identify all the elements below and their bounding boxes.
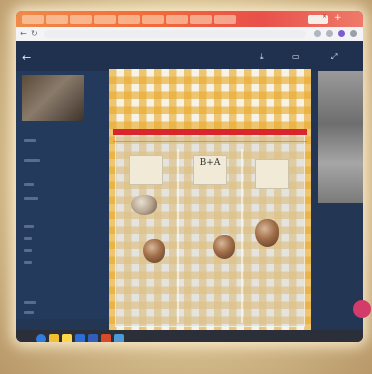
browser-tab[interactable] [46,15,68,24]
side-thumbnail[interactable] [318,71,363,203]
bag-label: B+A [193,155,227,185]
detail-line [24,159,40,162]
plus-icon[interactable]: + [334,14,342,23]
download-icon: ⤓ [260,52,264,61]
files-icon[interactable] [49,334,59,342]
powerpoint-icon[interactable] [101,334,111,342]
reload-icon[interactable]: ↻ [31,29,38,39]
detail-line [24,139,36,142]
open-with-button[interactable]: ▭ [292,52,302,61]
browser-tab[interactable] [118,15,140,24]
arrow-left-icon[interactable]: ← [22,51,31,64]
detail-line [24,197,38,200]
share-button[interactable]: ⤢ [331,52,339,62]
chrome-icon[interactable] [36,334,46,342]
shell-specimen [213,235,235,259]
bag-divider [241,149,243,323]
shell-specimen [255,219,279,247]
zip-seal [113,129,307,135]
bag-divider [177,149,179,323]
back-icon[interactable]: ← [20,29,27,39]
browser-tab[interactable] [166,15,188,24]
download-button[interactable]: ⤓ [260,52,266,62]
detail-line [24,301,36,304]
thumbnail-image[interactable] [22,75,84,121]
detail-line [24,237,32,240]
browser-tab[interactable] [214,15,236,24]
browser-tab[interactable] [190,15,212,24]
shell-specimen [143,239,165,263]
browser-tab[interactable] [22,15,44,24]
open-with-icon: ▭ [292,52,300,61]
browser-tab[interactable] [142,15,164,24]
menu-icon[interactable] [350,30,357,37]
detail-line [24,249,32,252]
extension-icon[interactable] [326,30,333,37]
monitor-screen: × + ← ↻ ← ⤓ ▭ ⤢ B+A [16,11,363,342]
detail-line [24,261,32,264]
bag-label [255,159,289,189]
zip-track [113,141,307,142]
detail-line [24,311,34,314]
browser-tab[interactable] [70,15,92,24]
docs-icon[interactable] [62,334,72,342]
outlook-icon[interactable] [75,334,85,342]
browser-tab[interactable] [94,15,116,24]
detail-line [24,225,34,228]
viewer-toolbar [16,41,363,71]
share-icon: ⤢ [331,52,338,61]
specimen-photo: B+A [109,69,311,341]
photos-icon[interactable] [114,334,124,342]
word-icon[interactable] [88,334,98,342]
browser-tab-strip: × + [16,11,363,27]
address-bar: ← ↻ [16,27,363,41]
detail-line [24,183,34,186]
url-field[interactable] [44,30,306,38]
bag-label [129,155,163,185]
shell-specimen [131,195,157,215]
floating-action-button[interactable] [353,300,371,318]
extension-icon[interactable] [314,30,321,37]
profile-avatar-icon[interactable] [338,30,345,37]
close-tab-icon[interactable]: × [322,14,327,20]
